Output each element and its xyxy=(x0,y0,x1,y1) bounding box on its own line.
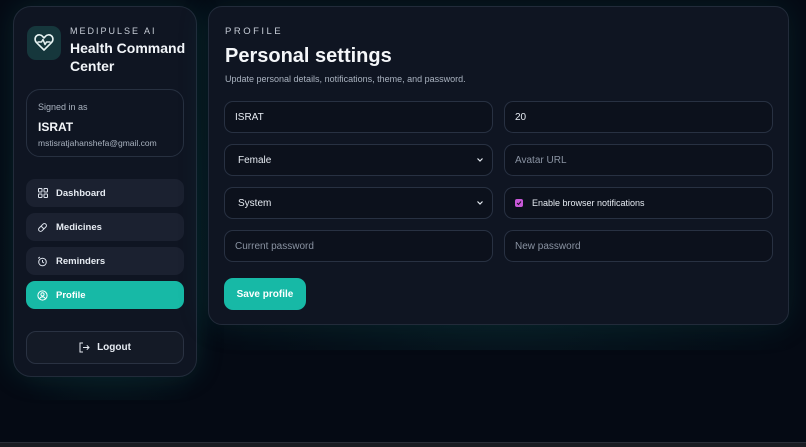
heart-pulse-icon xyxy=(27,26,61,60)
notifications-checkbox[interactable] xyxy=(515,199,523,207)
brand-eyebrow: MEDIPULSE AI xyxy=(70,26,157,36)
logout-icon xyxy=(79,342,90,353)
brand: MEDIPULSE AI Health Command Center xyxy=(27,26,192,81)
notifications-toggle[interactable]: Enable browser notifications xyxy=(504,187,773,219)
nav-item-reminders[interactable]: Reminders xyxy=(26,247,184,275)
chevron-down-icon xyxy=(476,199,484,210)
chevron-down-icon xyxy=(476,156,484,167)
nav-item-dashboard[interactable]: Dashboard xyxy=(26,179,184,207)
account-email: mstisratjahanshefa@gmail.com xyxy=(38,138,157,148)
avatar-url-field[interactable]: Avatar URL xyxy=(504,144,773,176)
profile-panel: PROFILE Personal settings Update persona… xyxy=(208,6,789,325)
notifications-label: Enable browser notifications xyxy=(532,198,645,208)
name-value: ISRAT xyxy=(235,111,264,123)
gender-select[interactable]: Female xyxy=(224,144,493,176)
nav-label-reminders: Reminders xyxy=(56,255,106,267)
age-value: 20 xyxy=(515,111,527,123)
grid-icon xyxy=(37,188,48,199)
gender-value: Female xyxy=(238,154,272,166)
save-profile-label: Save profile xyxy=(236,288,294,300)
page-subtitle: Update personal details, notifications, … xyxy=(225,74,466,84)
age-field[interactable]: 20 xyxy=(504,101,773,133)
section-eyebrow: PROFILE xyxy=(225,26,284,37)
save-profile-button[interactable]: Save profile xyxy=(224,278,306,310)
sidebar: MEDIPULSE AI Health Command Center Signe… xyxy=(13,6,197,377)
page-title: Personal settings xyxy=(225,45,392,67)
account-label: Signed in as xyxy=(38,102,88,112)
theme-value: System xyxy=(238,197,272,209)
nav-label-dashboard: Dashboard xyxy=(56,187,106,199)
account-card: Signed in as ISRAT mstisratjahanshefa@gm… xyxy=(26,89,184,157)
nav-label-medicines: Medicines xyxy=(56,221,102,233)
alarm-icon xyxy=(37,256,48,267)
bottom-divider xyxy=(0,442,806,447)
new-password-placeholder: New password xyxy=(515,240,581,252)
brand-title: Health Command Center xyxy=(70,40,186,74)
current-password-placeholder: Current password xyxy=(235,240,314,252)
logout-label: Logout xyxy=(97,342,131,353)
nav-item-profile[interactable]: Profile xyxy=(26,281,184,309)
account-name: ISRAT xyxy=(38,120,74,134)
user-circle-icon xyxy=(37,289,48,301)
new-password-field[interactable]: New password xyxy=(504,230,773,262)
nav-label-profile: Profile xyxy=(56,289,86,301)
name-field[interactable]: ISRAT xyxy=(224,101,493,133)
avatar-url-placeholder: Avatar URL xyxy=(515,154,567,166)
current-password-field[interactable]: Current password xyxy=(224,230,493,262)
nav-item-medicines[interactable]: Medicines xyxy=(26,213,184,241)
pill-icon xyxy=(37,222,48,233)
theme-select[interactable]: System xyxy=(224,187,493,219)
logout-button[interactable]: Logout xyxy=(26,331,184,364)
